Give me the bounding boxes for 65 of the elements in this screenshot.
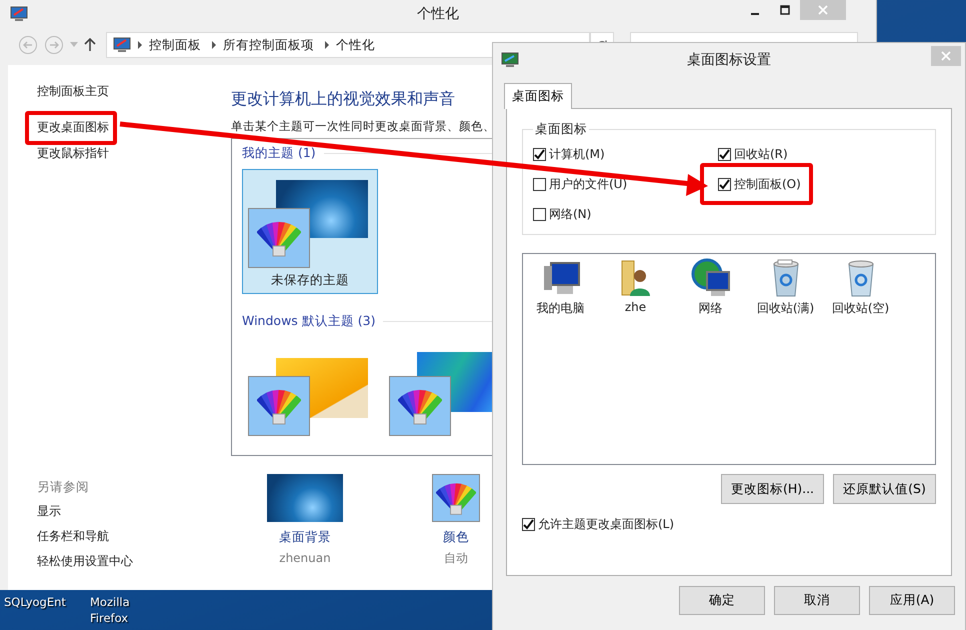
setting-value: zhenuan	[279, 550, 331, 567]
see-also-link[interactable]: 任务栏和导航	[37, 524, 109, 549]
checkbox-box[interactable]	[718, 178, 731, 190]
checkbox[interactable]: 控制面板(O)	[718, 176, 801, 192]
dialog-button[interactable]: 还原默认值(S)	[833, 474, 936, 504]
setting-link[interactable]: 桌面背景	[279, 528, 331, 546]
see-also-link[interactable]: 显示	[37, 499, 61, 524]
description-text: 单击某个主题可一次性同时更改桌面背景、颜色、	[231, 118, 495, 135]
dialog-button[interactable]: 更改图标(H)...	[721, 474, 824, 504]
color-palette-icon	[389, 376, 451, 436]
icon-list-item[interactable]: 我的电脑	[523, 258, 598, 317]
sidebar-link[interactable]: 更改桌面图标	[37, 115, 109, 140]
desktop-icon-label[interactable]: Mozilla Firefox	[90, 594, 152, 626]
sidebar-link[interactable]: 控制面板主页	[37, 79, 109, 104]
checkbox-box[interactable]	[522, 518, 535, 531]
checkbox[interactable]: 允许主题更改桌面图标(L)	[522, 516, 936, 533]
theme-group-title: 我的主题 (1)	[242, 144, 316, 162]
checkbox[interactable]: 回收站(R)	[718, 146, 788, 162]
globe-monitor-icon	[690, 258, 730, 298]
monitor-icon	[10, 6, 28, 22]
checkbox[interactable]: 网络(N)	[533, 206, 592, 222]
window-title: 个性化	[417, 5, 459, 23]
setting-link[interactable]: 颜色	[443, 528, 469, 546]
close-icon	[941, 51, 951, 61]
see-also-link[interactable]: 轻松使用设置中心	[37, 549, 133, 574]
icon-list-item[interactable]: zhe	[598, 258, 673, 314]
checkbox[interactable]: 用户的文件(U)	[533, 176, 628, 192]
checkbox-box[interactable]	[718, 148, 731, 160]
theme-group-title: Windows 默认主题 (3)	[242, 312, 376, 330]
see-also-heading: 另请参阅	[37, 478, 90, 496]
color-palette-icon	[248, 208, 310, 268]
desktop-icon-label[interactable]: SQLyogEnt	[4, 594, 66, 626]
monitor-icon	[113, 37, 131, 53]
monitor-icon	[501, 52, 519, 68]
dialog-button[interactable]: 取消	[774, 586, 860, 615]
checkbox-box[interactable]	[533, 208, 546, 220]
dialog-button[interactable]: 确定	[679, 586, 765, 615]
dialog-button[interactable]: 应用(A)	[869, 586, 955, 615]
theme-tile[interactable]: 未保存的主题	[242, 169, 378, 294]
tab[interactable]: 桌面图标	[504, 83, 572, 109]
breadcrumb-item[interactable]: 控制面板	[149, 36, 201, 54]
chevron-right-icon	[324, 41, 330, 49]
maximize-icon	[780, 5, 790, 15]
breadcrumb-item[interactable]: 所有控制面板项	[223, 36, 314, 54]
sidebar-link[interactable]: 更改鼠标指针	[37, 141, 109, 166]
chevron-right-icon	[137, 41, 143, 49]
checkbox[interactable]: 计算机(M)	[533, 146, 605, 162]
icon-list-item[interactable]: 回收站(空)	[823, 258, 898, 317]
checkbox-box[interactable]	[533, 148, 546, 160]
minimize-icon	[751, 12, 759, 14]
page-heading: 更改计算机上的视觉效果和声音	[231, 88, 455, 110]
color-palette-icon	[248, 376, 310, 436]
dialog-title: 桌面图标设置	[687, 51, 771, 69]
color-palette-icon[interactable]	[432, 474, 480, 522]
breadcrumb-item[interactable]: 个性化	[336, 36, 375, 54]
group-title: 桌面图标	[534, 121, 588, 138]
chevron-right-icon	[211, 41, 217, 49]
icon-list-item[interactable]: 网络	[673, 258, 748, 317]
up-arrow-icon[interactable]	[84, 38, 96, 52]
setting-value: 自动	[444, 550, 468, 567]
close-icon	[818, 5, 828, 15]
checkbox-box[interactable]	[533, 178, 546, 190]
theme-name: 未保存的主题	[270, 272, 350, 289]
wallpaper-thumbnail[interactable]	[267, 474, 343, 522]
icon-list-item[interactable]: 回收站(满)	[748, 258, 823, 317]
